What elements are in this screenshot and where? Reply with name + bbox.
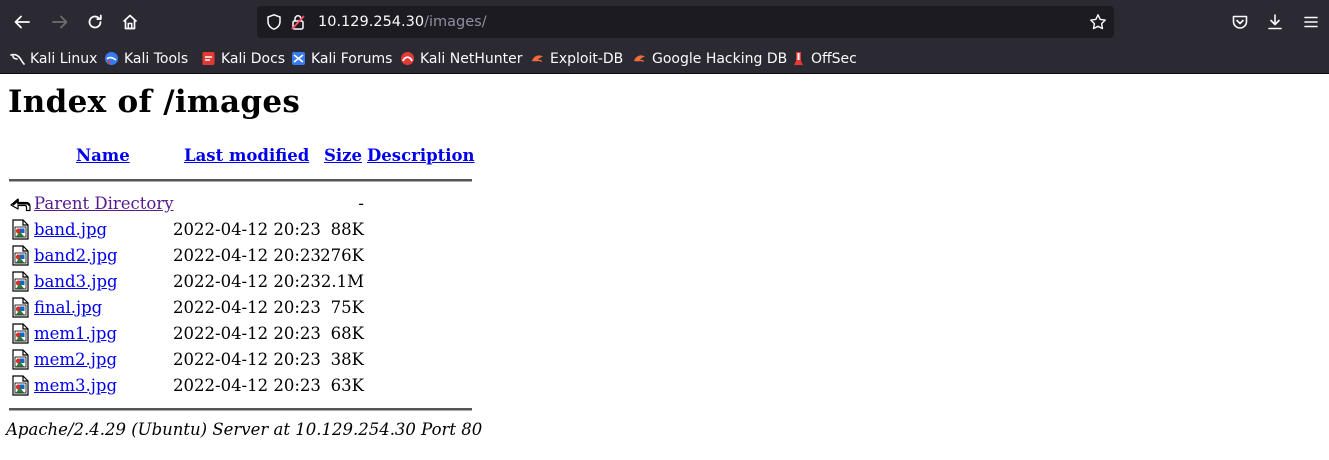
parent-directory-size: - — [358, 194, 364, 213]
bookmark-label: Exploit-DB — [550, 50, 624, 67]
file-row: band2.jpg 2022-04-12 20:23 276K — [10, 243, 480, 269]
bookmark-exploit-db[interactable]: Exploit-DB — [530, 44, 623, 73]
column-header-size[interactable]: Size — [324, 146, 362, 165]
arrow-right-icon — [52, 15, 68, 29]
file-link[interactable]: mem2.jpg — [34, 350, 117, 369]
footer-divider — [9, 408, 472, 411]
image-file-icon — [12, 271, 29, 292]
star-icon[interactable] — [1089, 13, 1107, 31]
file-last-modified: 2022-04-12 20:23 — [173, 220, 321, 239]
file-last-modified: 2022-04-12 20:23 — [173, 376, 321, 395]
kali-tools-icon — [105, 52, 118, 65]
file-link[interactable]: band3.jpg — [34, 272, 118, 291]
file-row: band.jpg 2022-04-12 20:23 88K — [10, 217, 480, 243]
image-file-icon — [12, 349, 29, 370]
reload-button[interactable] — [83, 10, 107, 34]
bookmark-label: OffSec — [811, 50, 857, 67]
file-row: final.jpg 2022-04-12 20:23 75K — [10, 295, 480, 321]
offsec-icon — [794, 52, 803, 65]
file-size: 88K — [330, 220, 364, 239]
bookmark-offsec[interactable]: OffSec — [791, 44, 857, 73]
ghdb-icon — [634, 55, 645, 62]
file-size: 68K — [330, 324, 364, 343]
image-file-icon — [12, 219, 29, 240]
file-row: band3.jpg 2022-04-12 20:23 2.1M — [10, 269, 480, 295]
column-header-description[interactable]: Description — [367, 146, 475, 165]
column-header-last-modified[interactable]: Last modified — [184, 146, 309, 165]
bookmark-label: Google Hacking DB — [652, 50, 788, 67]
file-last-modified: 2022-04-12 20:23 — [173, 350, 321, 369]
file-link[interactable]: final.jpg — [34, 298, 102, 317]
server-signature: Apache/2.4.29 (Ubuntu) Server at 10.129.… — [6, 420, 483, 439]
home-icon — [122, 14, 138, 30]
url-path: /images/ — [424, 14, 487, 30]
image-file-icon — [12, 323, 29, 344]
image-file-icon — [12, 297, 29, 318]
insecure-lock-icon[interactable] — [289, 13, 307, 31]
image-file-icon — [12, 375, 29, 396]
bookmark-kali-tools[interactable]: Kali Tools — [104, 44, 188, 73]
file-row: mem1.jpg 2022-04-12 20:23 68K — [10, 321, 480, 347]
menu-button[interactable] — [1300, 11, 1322, 33]
file-size: 276K — [320, 246, 364, 265]
file-link[interactable]: mem1.jpg — [34, 324, 117, 343]
page-title: Index of /images — [8, 84, 301, 120]
parent-directory-row: Parent Directory - — [10, 191, 480, 217]
shield-icon[interactable] — [265, 13, 283, 31]
url-text[interactable]: 10.129.254.30/images/ — [318, 6, 487, 38]
file-row: mem3.jpg 2022-04-12 20:23 63K — [10, 373, 480, 399]
bookmark-label: Kali Forums — [311, 50, 393, 67]
download-icon — [1268, 14, 1282, 30]
downloads-button[interactable] — [1264, 11, 1286, 33]
page-content: Index of /images Name Last modified Size… — [0, 74, 1329, 460]
file-link[interactable]: band2.jpg — [34, 246, 118, 265]
image-file-icon — [12, 245, 29, 266]
back-button[interactable] — [10, 10, 34, 34]
file-link[interactable]: mem3.jpg — [34, 376, 117, 395]
hamburger-menu-icon — [1304, 16, 1318, 28]
bookmark-label: Kali Tools — [124, 50, 189, 67]
file-last-modified: 2022-04-12 20:23 — [173, 272, 321, 291]
bookmark-label: Kali Docs — [221, 50, 286, 67]
file-link[interactable]: band.jpg — [34, 220, 107, 239]
kali-forums-icon — [292, 52, 305, 65]
bookmark-google-hacking-db[interactable]: Google Hacking DB — [632, 44, 787, 73]
bookmark-label: Kali Linux — [30, 50, 98, 67]
bookmark-kali-docs[interactable]: Kali Docs — [201, 44, 285, 73]
bookmark-kali-nethunter[interactable]: Kali NetHunter — [400, 44, 522, 73]
header-divider — [9, 179, 472, 182]
file-size: 2.1M — [320, 272, 364, 291]
url-host: 10.129.254.30 — [318, 14, 425, 30]
arrow-left-icon — [14, 15, 30, 29]
reload-icon — [88, 14, 102, 29]
nethunter-icon — [401, 52, 414, 65]
file-row: mem2.jpg 2022-04-12 20:23 38K — [10, 347, 480, 373]
forward-button[interactable] — [48, 10, 72, 34]
back-arrow-icon — [10, 198, 31, 212]
file-last-modified: 2022-04-12 20:23 — [173, 324, 321, 343]
kali-docs-icon — [202, 52, 215, 65]
bookmark-kali-forums[interactable]: Kali Forums — [291, 44, 392, 73]
bookmarks-bar: Kali Linux Kali Tools Kali Docs Kali For… — [0, 44, 1329, 74]
pocket-icon — [1232, 15, 1248, 29]
bookmark-kali-linux[interactable]: Kali Linux — [10, 44, 97, 73]
browser-toolbar: 10.129.254.30/images/ — [0, 0, 1329, 44]
file-size: 63K — [330, 376, 364, 395]
file-last-modified: 2022-04-12 20:23 — [173, 246, 321, 265]
exploit-db-icon — [532, 55, 543, 62]
address-bar[interactable]: 10.129.254.30/images/ — [257, 6, 1114, 38]
file-last-modified: 2022-04-12 20:23 — [173, 298, 321, 317]
column-header-name[interactable]: Name — [76, 146, 130, 165]
bookmark-label: Kali NetHunter — [420, 50, 523, 67]
kali-dragon-icon — [10, 53, 25, 65]
parent-directory-link[interactable]: Parent Directory — [34, 194, 174, 213]
home-button[interactable] — [118, 10, 142, 34]
file-size: 75K — [330, 298, 364, 317]
file-size: 38K — [330, 350, 364, 369]
pocket-button[interactable] — [1229, 11, 1251, 33]
